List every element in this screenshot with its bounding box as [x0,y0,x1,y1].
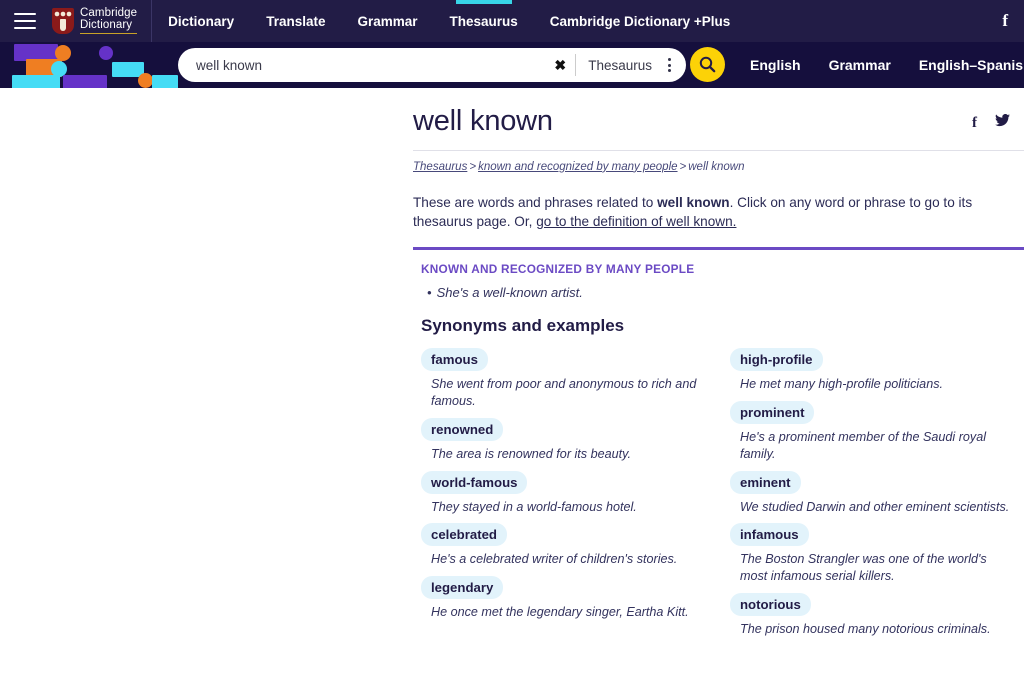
deco-circle [99,46,113,60]
synonym-example: They stayed in a world-famous hotel. [431,499,637,514]
synonym-example: He once met the legendary singer, Eartha… [431,605,689,620]
decorative-shapes [0,42,178,88]
synonym-chip-celebrated[interactable]: celebrated [421,523,507,547]
kebab-dot [667,58,671,61]
synonym-item: prominent He's a prominent member of the… [730,401,1021,462]
brand-wordmark: Cambridge Dictionary [80,7,138,34]
synonym-item: renowned The area is renowned for its be… [421,417,721,463]
close-icon[interactable]: ✖ [547,57,573,74]
synonym-example: The prison housed many notorious crimina… [740,621,991,636]
lang-link-english-spanish[interactable]: English–Spanish [905,57,1024,73]
deco-circle [138,73,153,88]
deco-square [63,75,107,88]
top-navigation-bar: Cambridge Dictionary Dictionary Translat… [0,0,1024,42]
synonym-chip-notorious[interactable]: notorious [730,592,811,616]
synonym-chip-infamous[interactable]: infamous [730,523,809,547]
synonyms-columns: famous She went from poor and anonymous … [413,336,1024,645]
facebook-icon[interactable]: f [1002,11,1008,31]
nav-link-grammar[interactable]: Grammar [341,0,433,42]
synonym-item: infamous The Boston Strangler was one of… [730,523,1021,584]
sense-example: • She's a well-known artist. [413,276,1024,300]
breadcrumb-item-thesaurus[interactable]: Thesaurus [413,161,467,173]
page-title: well known [413,105,553,137]
breadcrumb-item-sense[interactable]: known and recognized by many people [478,161,677,173]
kebab-menu-icon[interactable] [660,55,678,75]
synonym-example: He's a celebrated writer of children's s… [431,552,678,567]
synonym-example: The Boston Strangler was one of the worl… [740,552,987,584]
search-button[interactable] [690,47,725,82]
site-logo[interactable]: Cambridge Dictionary [52,7,151,34]
lang-link-english[interactable]: English [736,57,815,73]
nav-link-thesaurus[interactable]: Thesaurus [434,0,534,42]
intro-headword: well known [657,194,730,210]
nav-link-cambridge-dictionary-plus[interactable]: Cambridge Dictionary +Plus [534,0,746,42]
synonym-chip-famous[interactable]: famous [421,348,488,372]
synonym-example: The area is renowned for its beauty. [431,446,631,461]
synonym-item: eminent We studied Darwin and other emin… [730,470,1021,516]
breadcrumb-separator: > [469,160,477,173]
kebab-dot [667,69,671,72]
synonym-example: He met many high-profile politicians. [740,377,943,392]
page-body: well known f Thesaurus > known and recogni… [0,88,1024,691]
synonym-item: celebrated He's a celebrated writer of c… [421,523,721,568]
synonyms-column-right: high-profile He met many high-profile po… [721,348,1021,645]
synonym-item: famous She went from poor and anonymous … [421,348,721,409]
search-bar-row: ✖ Thesaurus English Grammar English–Span… [0,42,1024,88]
breadcrumb: Thesaurus > known and recognized by many p… [413,151,1024,175]
brand-line-2: Dictionary [80,19,138,34]
synonym-chip-high-profile[interactable]: high-profile [730,348,823,372]
hamburger-menu-icon[interactable] [14,13,36,29]
synonym-chip-world-famous[interactable]: world-famous [421,470,528,494]
search-icon [699,56,716,73]
sense-title: KNOWN AND RECOGNIZED BY MANY PEOPLE [421,262,695,277]
synonym-chip-eminent[interactable]: eminent [730,470,801,494]
search-divider [575,54,577,76]
synonym-example: She went from poor and anonymous to rich… [431,377,697,409]
section-heading-synonyms: Synonyms and examples [421,316,625,336]
bullet-icon: • [427,285,432,301]
deco-square [152,75,178,88]
search-box: ✖ Thesaurus [178,48,686,82]
sense-example-text: She's a well-known artist. [436,285,583,301]
synonym-item: high-profile He met many high-profile po… [730,348,1021,393]
kebab-dot [667,63,671,67]
synonym-chip-prominent[interactable]: prominent [730,401,815,425]
breadcrumb-item-current: well known [688,160,745,173]
burger-line [14,27,36,29]
nav-link-translate[interactable]: Translate [250,0,341,42]
synonyms-column-left: famous She went from poor and anonymous … [421,348,721,645]
primary-nav-links: Dictionary Translate Grammar Thesaurus C… [152,0,746,42]
synonym-example: He's a prominent member of the Saudi roy… [740,430,987,461]
synonym-example: We studied Darwin and other eminent scie… [740,499,1010,514]
facebook-icon[interactable]: f [972,115,977,132]
twitter-icon[interactable] [995,114,1010,132]
intro-paragraph: These are words and phrases related to w… [413,175,1021,232]
synonym-item: legendary He once met the legendary sing… [421,576,721,621]
breadcrumb-separator: > [679,160,687,173]
content-column: well known f Thesaurus > known and recogni… [413,88,1024,646]
title-row: well known f [413,88,1024,138]
lang-link-grammar[interactable]: Grammar [815,57,905,73]
synonym-item: world-famous They stayed in a world-famo… [421,470,721,516]
synonym-chip-legendary[interactable]: legendary [421,576,504,600]
burger-line [14,13,36,15]
synonym-chip-renowned[interactable]: renowned [421,417,504,441]
social-share-buttons: f [972,106,1024,132]
definition-link[interactable]: go to the definition of well known. [536,214,736,229]
nav-link-dictionary[interactable]: Dictionary [152,0,250,42]
intro-text-part1: These are words and phrases related to [413,194,658,210]
dictionary-selector[interactable]: Thesaurus [578,58,660,73]
deco-square [12,75,60,88]
search-right-links: English Grammar English–Spanish [736,42,1024,88]
cambridge-crest-icon [52,8,74,34]
synonym-item: notorious The prison housed many notorio… [730,592,1021,638]
burger-line [14,20,36,22]
search-input[interactable] [178,57,548,73]
